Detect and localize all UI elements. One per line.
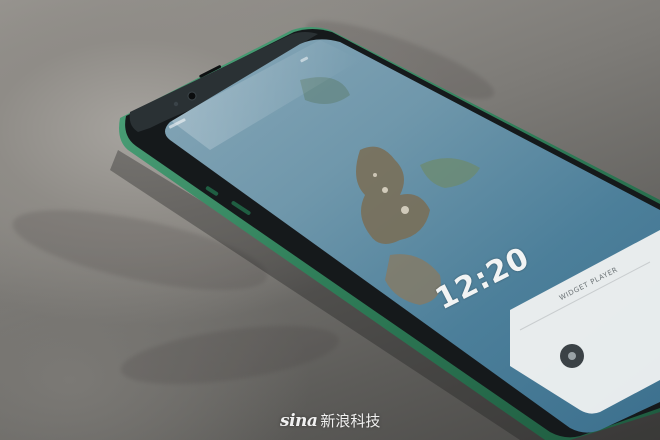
watermark-text: 新浪科技 xyxy=(320,412,381,430)
photo-scene: 12:20 WIDGET PLAYER sina 新浪科技 xyxy=(0,0,660,440)
sina-logo: sina xyxy=(280,410,318,431)
sensor-icon xyxy=(173,101,179,107)
watermark: sina 新浪科技 xyxy=(280,410,380,431)
front-camera-icon xyxy=(187,91,197,101)
smartphone xyxy=(110,27,660,440)
